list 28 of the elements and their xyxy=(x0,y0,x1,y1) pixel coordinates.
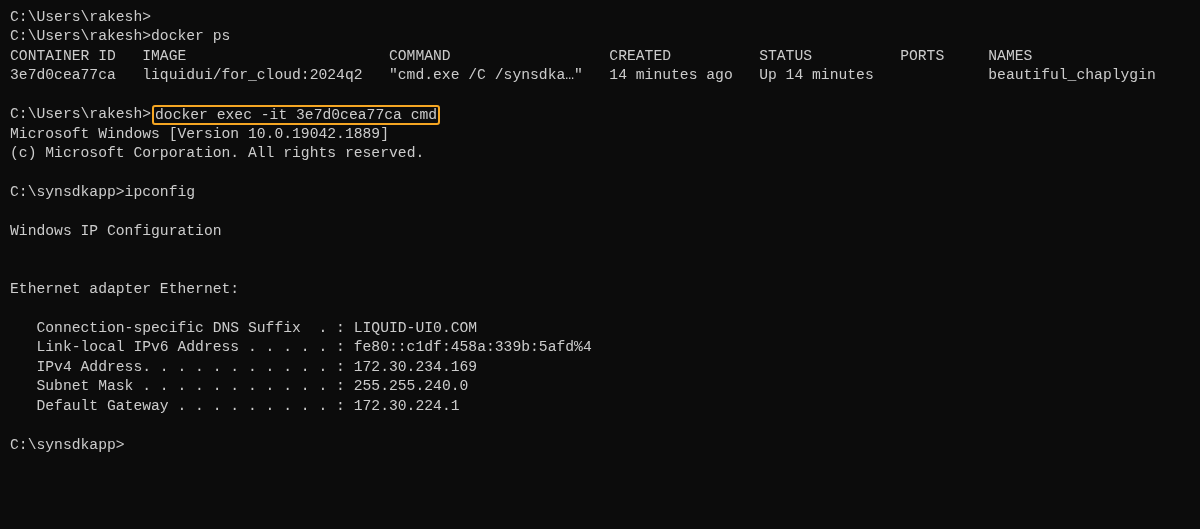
prompt: C:\Users\rakesh> xyxy=(10,105,152,125)
column-header: COMMAND xyxy=(389,47,451,64)
terminal-line: (c) Microsoft Corporation. All rights reserved. xyxy=(10,145,425,162)
terminal-line: Windows IP Configuration xyxy=(10,222,222,239)
terminal-line: Subnet Mask . . . . . . . . . . . : 255.255.240.0 xyxy=(36,378,469,395)
terminal-line: C:\Users\rakesh> xyxy=(10,9,152,25)
terminal-line: Default Gateway . . . . . . . . . : 172.30.224.1 xyxy=(36,397,460,414)
terminal-line: C:\synsdkapp>ipconfig xyxy=(10,183,196,200)
column-header: PORTS xyxy=(900,47,945,64)
table-cell: 14 minutes ago xyxy=(609,67,733,84)
terminal-line: Link-local IPv6 Address . . . . . : fe80::c1df:458a:339b:5afd%4 xyxy=(36,339,592,356)
column-header: STATUS xyxy=(759,47,813,64)
terminal-line: C:\Users\rakesh>docker ps xyxy=(10,28,231,45)
terminal-line: Microsoft Windows [Version 10.0.19042.1889] xyxy=(10,125,389,142)
terminal-line: IPv4 Address. . . . . . . . . . . : 172.30.234.169 xyxy=(36,358,478,375)
table-cell: "cmd.exe /C /synsdka…" xyxy=(389,67,583,84)
column-header: CREATED xyxy=(609,47,672,64)
column-header: CONTAINER ID xyxy=(10,47,116,64)
table-cell: Up 14 minutes xyxy=(759,67,874,84)
command-text: docker exec -it 3e7d0cea77ca cmd xyxy=(152,105,441,126)
terminal-line: C:\synsdkapp> xyxy=(10,436,125,453)
table-cell: 3e7d0cea77ca xyxy=(10,67,116,84)
column-header: IMAGE xyxy=(142,47,187,64)
terminal-line: Ethernet adapter Ethernet: xyxy=(10,281,240,298)
column-header: NAMES xyxy=(988,47,1033,64)
terminal-line: Connection-specific DNS Suffix . : LIQUID-UI0.COM xyxy=(36,320,478,336)
table-cell: liquidui/for_cloud:2024q2 xyxy=(142,67,363,84)
table-cell: beautiful_chaplygin xyxy=(988,67,1156,84)
